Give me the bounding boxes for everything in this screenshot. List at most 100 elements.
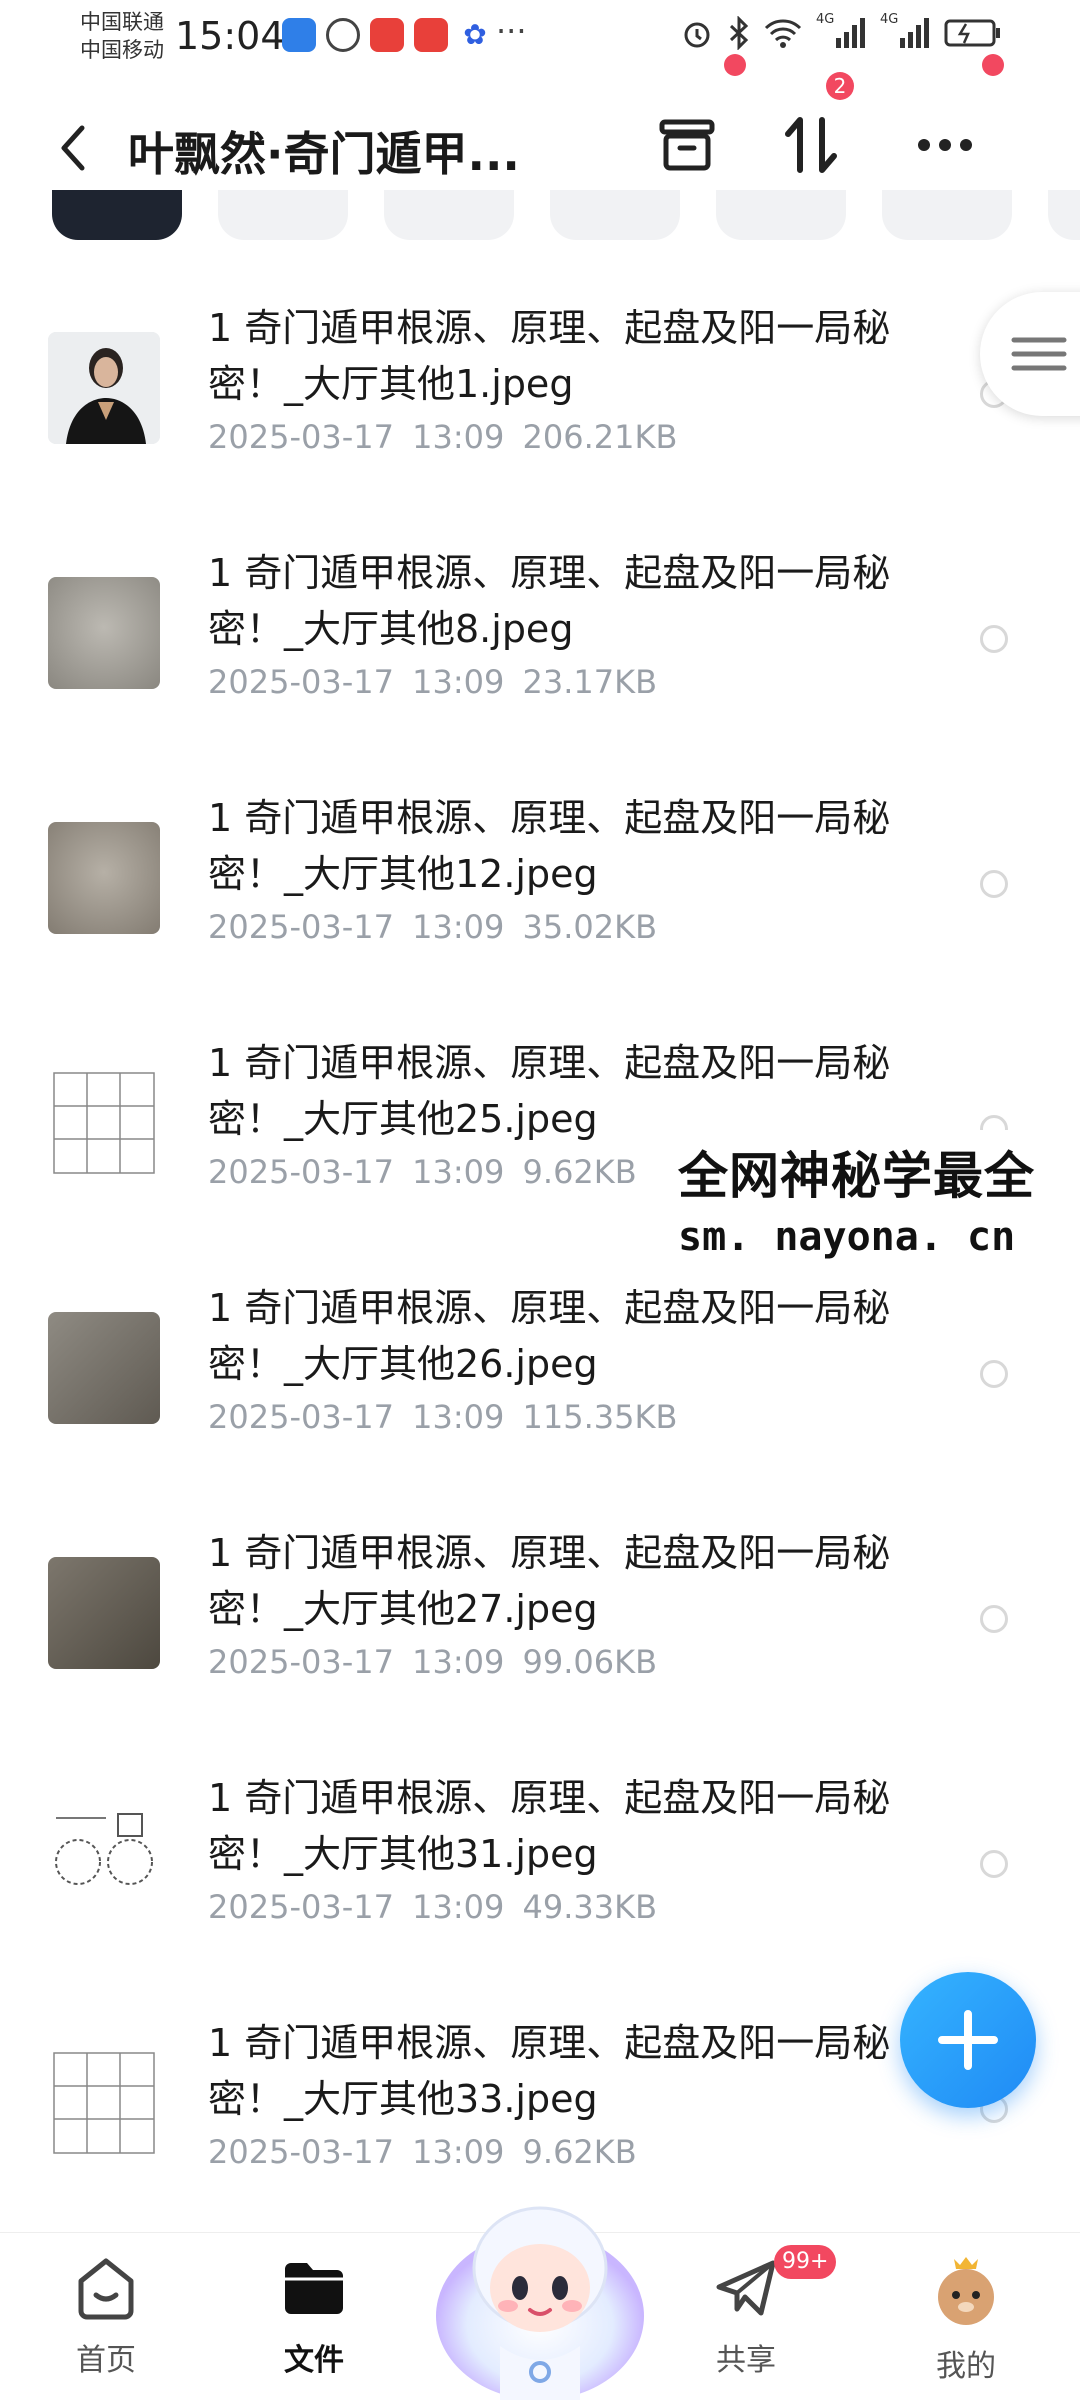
file-date: 2025-03-17: [208, 2133, 394, 2171]
filter-tab[interactable]: [716, 190, 846, 240]
bluetooth-icon: [729, 16, 749, 50]
file-size: 99.06KB: [522, 1643, 658, 1681]
file-size: 23.17KB: [522, 663, 658, 701]
nav-files-label: 文件: [284, 2343, 344, 2378]
carrier-info: 中国联通 中国移动: [80, 8, 164, 64]
more-icon[interactable]: [910, 110, 980, 180]
nav-share-label: 共享: [716, 2343, 776, 2378]
page-title: 叶飘然·奇门遁甲...: [128, 127, 520, 181]
file-meta: 2025-03-17 13:09 206.21KB: [208, 418, 677, 456]
file-size: 35.02KB: [522, 908, 658, 946]
file-name: 1 奇门遁甲根源、原理、起盘及阳一局秘密！_大厅其他26.jpeg: [208, 1286, 891, 1386]
add-button[interactable]: [900, 1972, 1036, 2108]
file-size: 115.35KB: [522, 1398, 678, 1436]
signal-icon: 4G: [880, 12, 930, 50]
app-notification-icon: [414, 18, 448, 52]
file-meta: 2025-03-17 13:09 23.17KB: [208, 663, 657, 701]
file-time: 13:09: [412, 1888, 505, 1926]
mascot-assistant-icon[interactable]: [430, 2176, 650, 2400]
transfer-icon[interactable]: [776, 110, 846, 180]
select-checkbox[interactable]: [980, 1850, 1008, 1878]
file-name: 1 奇门遁甲根源、原理、起盘及阳一局秘密！_大厅其他27.jpeg: [208, 1531, 891, 1631]
archive-notification-dot: [724, 54, 746, 76]
file-row[interactable]: 1 奇门遁甲根源、原理、起盘及阳一局秘密！_大厅其他1.jpeg 2025-03…: [0, 270, 1080, 515]
transfer-badge: 2: [826, 72, 854, 100]
file-row[interactable]: 1 奇门遁甲根源、原理、起盘及阳一局秘密！_大厅其他27.jpeg 2025-0…: [0, 1495, 1080, 1740]
file-thumbnail: [48, 1067, 160, 1179]
file-thumbnail: [48, 1802, 160, 1914]
file-name: 1 奇门遁甲根源、原理、起盘及阳一局秘密！_大厅其他8.jpeg: [208, 551, 891, 651]
file-time: 13:09: [412, 1398, 505, 1436]
file-row[interactable]: 1 奇门遁甲根源、原理、起盘及阳一局秘密！_大厅其他8.jpeg 2025-03…: [0, 515, 1080, 760]
file-meta: 2025-03-17 13:09 9.62KB: [208, 1153, 637, 1191]
app-notification-icon: [326, 18, 360, 52]
file-time: 13:09: [412, 1643, 505, 1681]
file-date: 2025-03-17: [208, 908, 394, 946]
paw-icon: ✿: [458, 18, 492, 52]
more-notifications-icon: ···: [496, 12, 527, 50]
filter-tab[interactable]: [384, 190, 514, 240]
file-thumbnail: [48, 577, 160, 689]
file-name: 1 奇门遁甲根源、原理、起盘及阳一局秘密！_大厅其他1.jpeg: [208, 306, 891, 406]
file-date: 2025-03-17: [208, 1643, 394, 1681]
filter-tab[interactable]: [550, 190, 680, 240]
app-notification-icon: [282, 18, 316, 52]
hamburger-icon: [1011, 337, 1067, 371]
clock: 15:04: [175, 14, 285, 58]
file-time: 13:09: [412, 663, 505, 701]
file-thumbnail: [48, 2047, 160, 2159]
file-row[interactable]: 1 奇门遁甲根源、原理、起盘及阳一局秘密！_大厅其他12.jpeg 2025-0…: [0, 760, 1080, 1005]
more-notification-dot: [982, 54, 1004, 76]
file-date: 2025-03-17: [208, 1153, 394, 1191]
filter-tabs: [0, 190, 1080, 240]
select-checkbox[interactable]: [980, 625, 1008, 653]
file-size: 9.62KB: [522, 1153, 637, 1191]
select-checkbox[interactable]: [980, 1605, 1008, 1633]
watermark-line-1: 全网神秘学最全: [678, 1147, 1035, 1205]
filter-tab[interactable]: [882, 190, 1012, 240]
file-row[interactable]: 1 奇门遁甲根源、原理、起盘及阳一局秘密！_大厅其他31.jpeg 2025-0…: [0, 1740, 1080, 1985]
archive-icon[interactable]: [652, 110, 722, 180]
file-name: 1 奇门遁甲根源、原理、起盘及阳一局秘密！_大厅其他33.jpeg: [208, 2021, 891, 2121]
file-row[interactable]: 1 奇门遁甲根源、原理、起盘及阳一局秘密！_大厅其他26.jpeg 2025-0…: [0, 1250, 1080, 1495]
watermark-line-2: sm. nayona. cn: [678, 1214, 1016, 1260]
nav-mine[interactable]: 我的: [896, 2253, 1036, 2385]
select-checkbox[interactable]: [980, 1360, 1008, 1388]
file-size: 49.33KB: [522, 1888, 658, 1926]
file-thumbnail: [48, 332, 160, 444]
file-time: 13:09: [412, 2133, 505, 2171]
wifi-icon: [764, 19, 802, 48]
file-meta: 2025-03-17 13:09 35.02KB: [208, 908, 657, 946]
select-checkbox[interactable]: [980, 870, 1008, 898]
filter-tab-all[interactable]: [52, 190, 182, 240]
file-size: 206.21KB: [522, 418, 678, 456]
file-time: 13:09: [412, 908, 505, 946]
app-notification-icon: [370, 18, 404, 52]
file-thumbnail: [48, 822, 160, 934]
carrier-1: 中国联通: [80, 10, 164, 34]
signal-icon: 4G: [816, 12, 866, 50]
file-time: 13:09: [412, 418, 505, 456]
file-date: 2025-03-17: [208, 1888, 394, 1926]
file-time: 13:09: [412, 1153, 505, 1191]
file-thumbnail: [48, 1557, 160, 1669]
file-date: 2025-03-17: [208, 418, 394, 456]
filter-tab[interactable]: [1048, 190, 1080, 240]
alarm-icon: [684, 22, 710, 48]
notification-icons: ✿: [282, 18, 492, 52]
nav-mine-label: 我的: [936, 2349, 996, 2384]
home-icon: [78, 2258, 134, 2320]
back-icon[interactable]: [52, 118, 92, 178]
avatar-icon: [938, 2257, 994, 2325]
file-meta: 2025-03-17 13:09 9.62KB: [208, 2133, 637, 2171]
carrier-2: 中国移动: [80, 38, 164, 62]
watermark: 全网神秘学最全 sm. nayona. cn: [674, 1130, 1039, 1266]
plus-icon: [938, 2010, 998, 2070]
filter-tab[interactable]: [218, 190, 348, 240]
file-date: 2025-03-17: [208, 1398, 394, 1436]
battery-icon: [944, 19, 1000, 47]
file-meta: 2025-03-17 13:09 115.35KB: [208, 1398, 677, 1436]
nav-home[interactable]: 首页: [36, 2253, 176, 2379]
nav-files[interactable]: 文件: [244, 2253, 384, 2379]
file-name: 1 奇门遁甲根源、原理、起盘及阳一局秘密！_大厅其他31.jpeg: [208, 1776, 891, 1876]
